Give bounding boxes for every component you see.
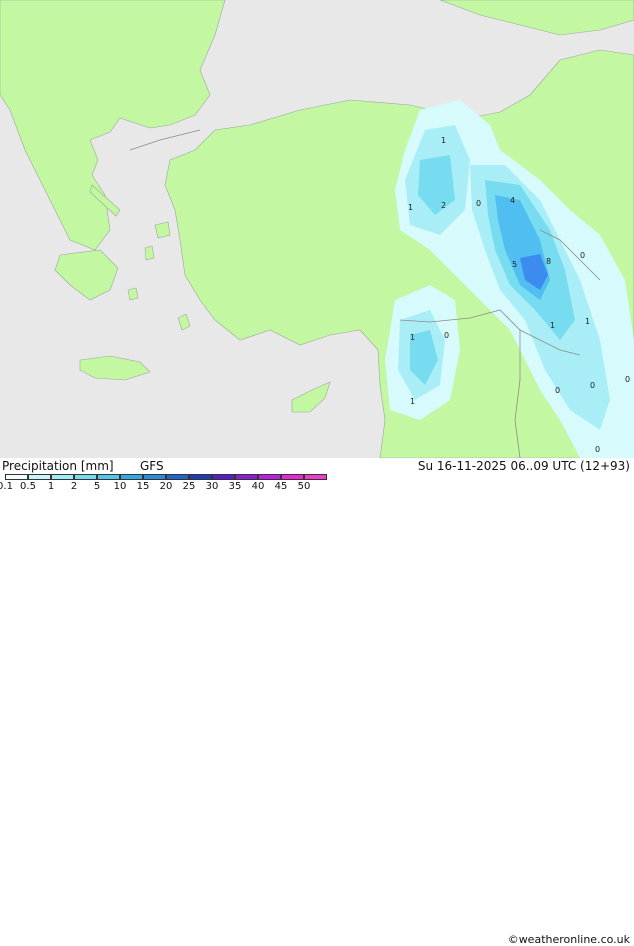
legend-tick-label: 5 [93,481,101,492]
legend-tick-label: 50 [297,481,311,492]
legend-tick-label: 1 [47,481,55,492]
land-naxos [127,287,139,301]
legend-swatch [166,474,189,480]
legend-tick-label: 35 [228,481,242,492]
value-label: 0 [590,381,595,390]
value-label: 0 [444,331,449,340]
value-label: 1 [550,321,555,330]
product-title: Precipitation [mm] [2,459,114,473]
value-label: 4 [510,196,515,205]
legend-tick-label: 40 [251,481,265,492]
legend-swatch [74,474,97,480]
land-lesbos [154,221,171,239]
legend-swatch [143,474,166,480]
value-label: 0 [580,251,585,260]
map-canvas: 1 1 2 0 4 5 8 0 1 1 0 1 0 0 0 0 1 [0,0,634,459]
legend-swatch [97,474,120,480]
value-label: 5 [512,260,517,269]
legend-tick-label: 2 [70,481,78,492]
value-label: 1 [441,136,446,145]
legend-swatch [235,474,258,480]
legend-tick-label: 30 [205,481,219,492]
value-label: 0 [555,386,560,395]
legend-tick-label: 20 [159,481,173,492]
value-label: 1 [410,397,415,406]
value-label: 0 [476,199,481,208]
legend-swatch [28,474,51,480]
legend-tick-label: 10 [113,481,127,492]
legend-tick-label: 25 [182,481,196,492]
watermark: ©weatheronline.co.uk [507,933,630,946]
legend-tick-label: 45 [274,481,288,492]
datetime-label: Su 16-11-2025 06..09 UTC (12+93) [417,459,630,473]
legend-swatch [281,474,304,480]
legend-swatch [258,474,281,480]
legend-swatch [51,474,74,480]
legend-tick-label: 0.5 [20,481,36,492]
legend-swatch [189,474,212,480]
value-label: 1 [410,333,415,342]
land-chios [144,245,155,261]
value-label: 1 [585,317,590,326]
value-label: 0 [625,375,630,384]
legend-tick-label: 15 [136,481,150,492]
model-name: GFS [140,459,164,473]
value-label: 0 [595,445,600,454]
legend-swatch [5,474,28,480]
precipitation-map: 1 1 2 0 4 5 8 0 1 1 0 1 0 0 0 0 1 [0,0,634,459]
legend-swatch [304,474,327,480]
value-label: 1 [408,203,413,212]
footer-bar: Precipitation [mm] GFS Su 16-11-2025 06.… [0,458,634,946]
legend-tick-label: 0.1 [0,481,13,492]
legend-swatch [212,474,235,480]
value-label: 2 [441,201,446,210]
value-label: 8 [546,257,551,266]
legend-swatch [120,474,143,480]
